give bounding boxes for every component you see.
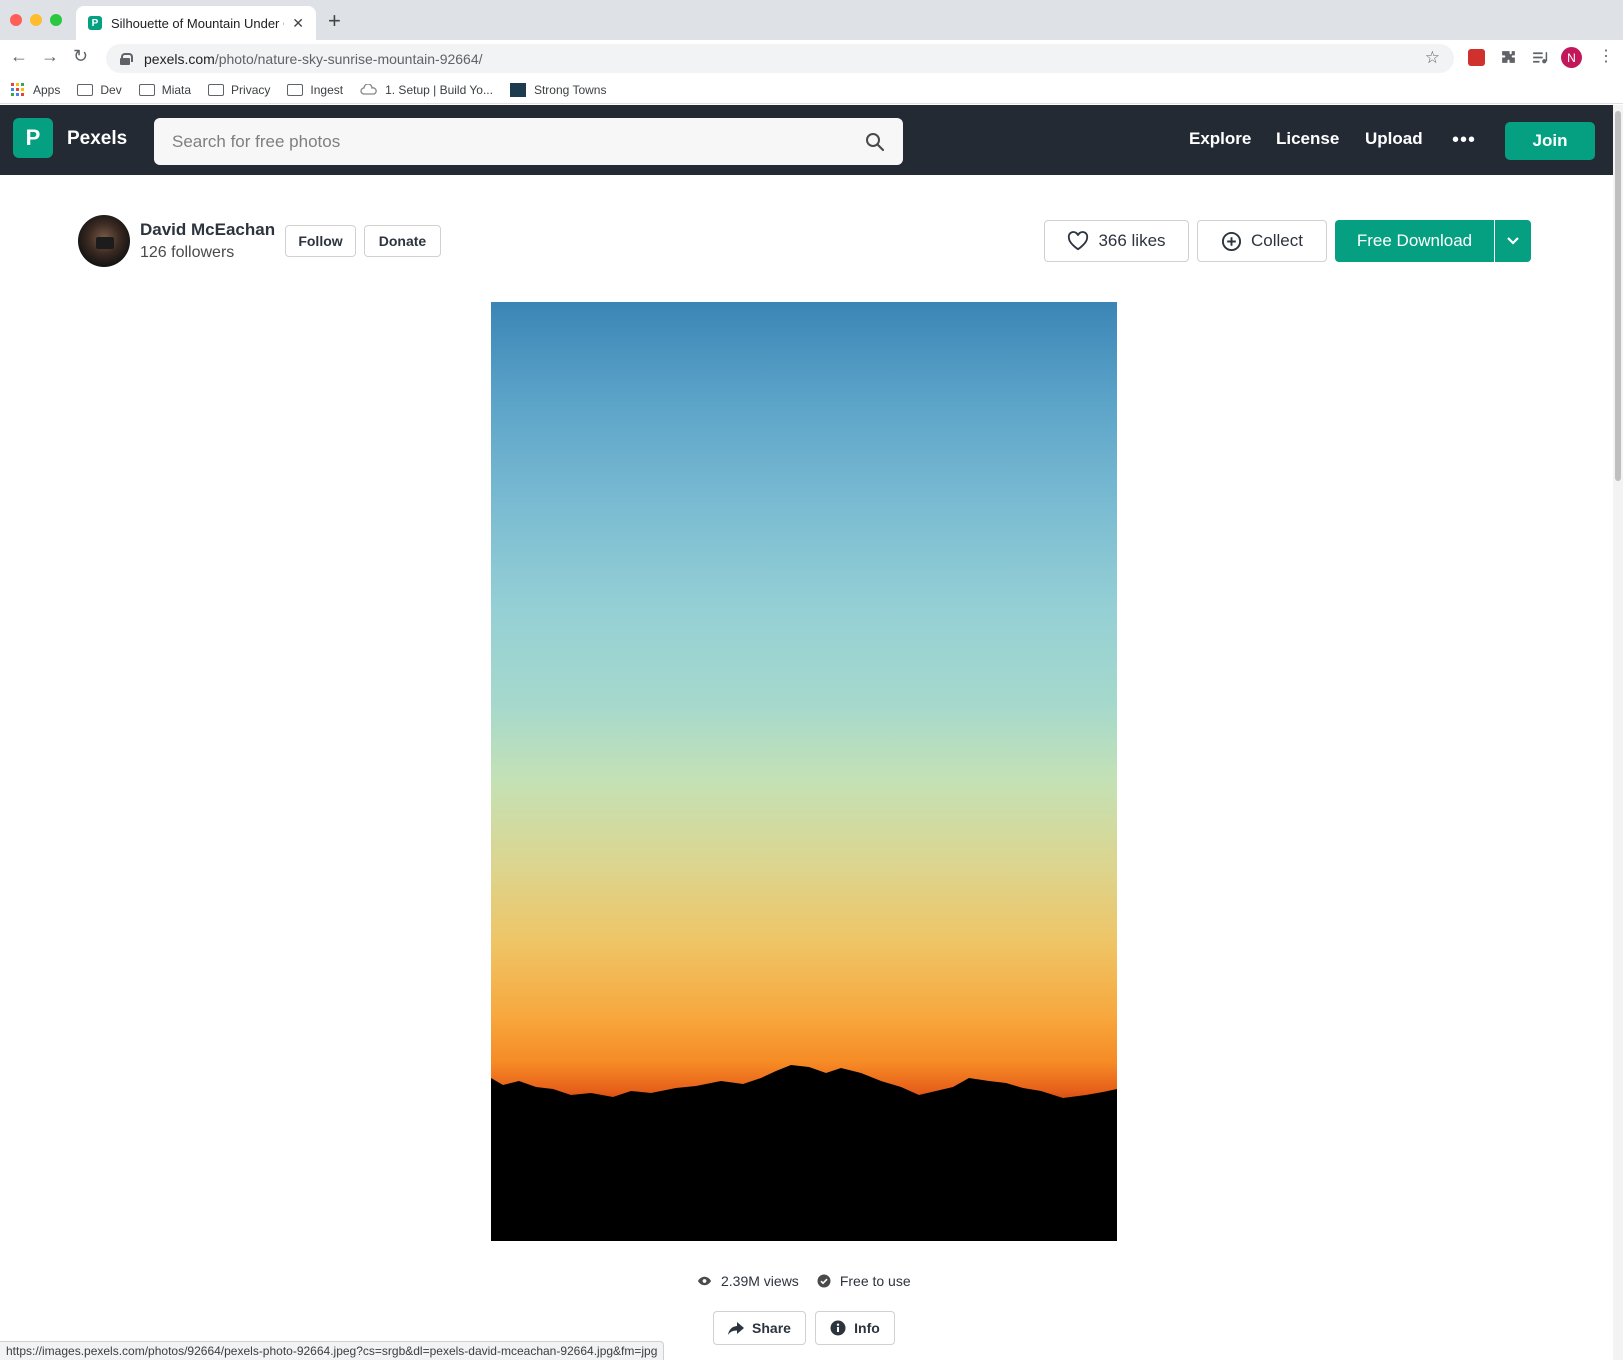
- check-circle-icon: [817, 1274, 831, 1288]
- bookmark-label: Ingest: [310, 82, 344, 97]
- address-bar[interactable]: pexels.com/photo/nature-sky-sunrise-moun…: [106, 44, 1454, 73]
- folder-icon: [208, 83, 225, 96]
- likes-count: 366 likes: [1098, 231, 1166, 250]
- browser-toolbar: ← → ↻ pexels.com/photo/nature-sky-sunris…: [0, 40, 1623, 76]
- license-label: Free to use: [839, 1273, 911, 1289]
- browser-tab-strip: P Silhouette of Mountain Under C ✕ +: [0, 0, 1623, 40]
- tab-title: Silhouette of Mountain Under C: [111, 15, 285, 31]
- collect-label: Collect: [1251, 231, 1303, 250]
- share-label: Share: [752, 1320, 791, 1336]
- bookmark-label: Dev: [100, 82, 122, 97]
- author-block: David McEachan 126 followers: [78, 215, 275, 267]
- puzzle-extensions-icon[interactable]: [1500, 49, 1517, 66]
- brand-name[interactable]: Pexels: [67, 128, 127, 150]
- share-button[interactable]: Share: [713, 1311, 806, 1345]
- info-icon: [830, 1320, 846, 1336]
- bookmark-ingest[interactable]: Ingest: [287, 83, 343, 97]
- plus-circle-icon: [1221, 231, 1242, 252]
- photo-stats: 2.39M views Free to use: [697, 1273, 929, 1289]
- follow-button[interactable]: Follow: [285, 225, 356, 257]
- chevron-down-icon: [1507, 237, 1519, 245]
- info-label: Info: [854, 1320, 880, 1336]
- scrollbar-thumb[interactable]: [1615, 111, 1621, 481]
- bookmark-label: Privacy: [231, 82, 271, 97]
- join-button[interactable]: Join: [1505, 122, 1595, 160]
- site-header: P Pexels Explore License Upload ••• Join: [0, 105, 1613, 175]
- share-arrow-icon: [728, 1321, 745, 1335]
- collect-button[interactable]: Collect: [1197, 220, 1327, 262]
- info-button[interactable]: Info: [815, 1311, 895, 1345]
- bookmark-label: Strong Towns: [533, 82, 607, 97]
- extension-red-icon[interactable]: [1468, 49, 1485, 66]
- bookmark-apps[interactable]: Apps: [11, 82, 61, 97]
- browser-menu-icon[interactable]: ⋮: [1598, 46, 1614, 66]
- pexels-logo-icon[interactable]: P: [13, 118, 53, 158]
- folder-icon: [138, 83, 155, 96]
- folder-icon: [287, 83, 304, 96]
- status-bar-url: https://images.pexels.com/photos/92664/p…: [0, 1341, 665, 1360]
- nav-upload[interactable]: Upload: [1365, 129, 1423, 149]
- cloud-icon: [360, 83, 377, 95]
- close-tab-icon[interactable]: ✕: [292, 15, 304, 32]
- back-arrow-icon[interactable]: ←: [10, 46, 28, 67]
- main-photo[interactable]: [491, 302, 1117, 1241]
- search-bar: [154, 118, 903, 165]
- bookmark-setup[interactable]: 1. Setup | Build Yo...: [360, 83, 493, 97]
- bookmarks-bar: Apps Dev Miata Privacy Ingest 1. Setup |…: [0, 76, 1623, 104]
- apps-grid-icon: [11, 82, 25, 97]
- media-queue-icon[interactable]: [1531, 49, 1548, 66]
- author-avatar[interactable]: [78, 215, 130, 267]
- browser-tab[interactable]: P Silhouette of Mountain Under C ✕: [76, 6, 316, 40]
- new-tab-icon[interactable]: +: [328, 8, 341, 34]
- bookmark-star-icon[interactable]: ☆: [1425, 48, 1440, 68]
- author-followers: 126 followers: [140, 244, 235, 261]
- profile-avatar[interactable]: N: [1561, 47, 1582, 68]
- heart-icon: [1067, 231, 1089, 251]
- download-options-button[interactable]: [1495, 220, 1531, 262]
- views-stat: 2.39M views: [697, 1273, 799, 1289]
- bookmark-privacy[interactable]: Privacy: [208, 83, 270, 97]
- lock-icon: [120, 52, 133, 65]
- page-scrollbar[interactable]: [1613, 105, 1623, 1360]
- maximize-window-button[interactable]: [50, 14, 62, 26]
- search-icon[interactable]: [865, 132, 885, 152]
- url-host: pexels.com: [144, 50, 215, 67]
- donate-button[interactable]: Donate: [364, 225, 441, 257]
- like-button[interactable]: 366 likes: [1044, 220, 1189, 262]
- url-path: /photo/nature-sky-sunrise-mountain-92664…: [214, 50, 483, 67]
- reload-icon[interactable]: ↻: [73, 46, 88, 67]
- close-window-button[interactable]: [10, 14, 22, 26]
- more-options-icon[interactable]: •••: [1452, 129, 1476, 152]
- bookmark-dev[interactable]: Dev: [77, 82, 122, 97]
- license-stat[interactable]: Free to use: [817, 1273, 911, 1289]
- folder-icon: [77, 83, 94, 96]
- pexels-favicon-icon: P: [88, 16, 102, 30]
- bookmark-label: Apps: [33, 82, 61, 97]
- nav-license[interactable]: License: [1276, 129, 1339, 149]
- bookmark-label: Miata: [161, 82, 192, 97]
- nav-explore[interactable]: Explore: [1189, 129, 1251, 149]
- minimize-window-button[interactable]: [30, 14, 42, 26]
- search-input[interactable]: [172, 131, 865, 152]
- bookmark-miata[interactable]: Miata: [138, 82, 192, 97]
- eye-icon: [697, 1276, 712, 1286]
- bookmark-label: 1. Setup | Build Yo...: [385, 82, 493, 97]
- site-icon: [509, 82, 526, 97]
- author-name[interactable]: David McEachan: [140, 220, 275, 240]
- forward-arrow-icon[interactable]: →: [41, 46, 59, 67]
- mountain-silhouette: [491, 1065, 1117, 1241]
- free-download-button[interactable]: Free Download: [1335, 220, 1494, 262]
- bookmark-strong-towns[interactable]: Strong Towns: [509, 82, 607, 97]
- views-count: 2.39M views: [721, 1273, 799, 1289]
